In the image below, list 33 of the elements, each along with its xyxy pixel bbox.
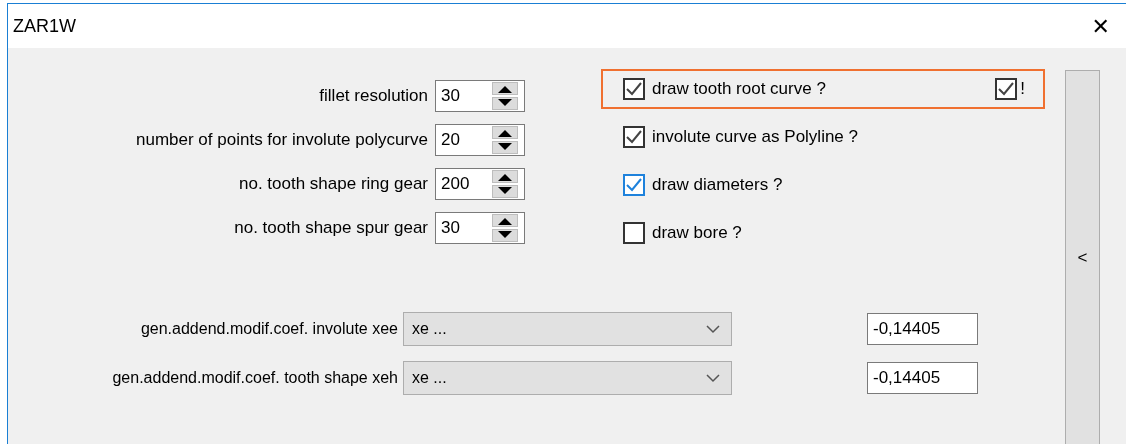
- number-spinner[interactable]: 20: [435, 124, 525, 156]
- checkbox-label[interactable]: draw bore ?: [652, 223, 742, 243]
- number-spinner[interactable]: 30: [435, 80, 525, 112]
- spin-arrows-icon[interactable]: [492, 82, 518, 110]
- field-label: gen.addend.modif.coef. involute xee: [139, 320, 398, 338]
- field-label: no. tooth shape spur gear: [233, 218, 428, 238]
- number-spinner[interactable]: 200: [435, 168, 525, 200]
- checkbox[interactable]: [623, 126, 645, 148]
- chevron-icon: [705, 324, 721, 334]
- checkbox[interactable]: [995, 78, 1018, 100]
- spin-arrows-icon[interactable]: [492, 126, 518, 154]
- checkbox[interactable]: [623, 174, 645, 196]
- spin-arrows-icon[interactable]: [492, 170, 518, 198]
- value-field[interactable]: -0,14405: [867, 313, 978, 345]
- checkbox-label[interactable]: draw tooth root curve ?: [652, 79, 826, 99]
- checkbox[interactable]: [623, 222, 645, 244]
- spin-arrows-icon[interactable]: [492, 214, 518, 242]
- number-spinner[interactable]: 30: [435, 212, 525, 244]
- checkbox-label[interactable]: involute curve as Polyline ?: [652, 127, 858, 147]
- close-button[interactable]: ✕: [1079, 13, 1122, 39]
- field-label: gen.addend.modif.coef. tooth shape xeh: [111, 369, 398, 387]
- field-label: no. tooth shape ring gear: [237, 174, 428, 194]
- checkbox-label[interactable]: !: [1020, 79, 1025, 99]
- collapse-button[interactable]: <: [1065, 70, 1100, 444]
- value-field[interactable]: -0,14405: [867, 362, 978, 394]
- checkbox[interactable]: [623, 78, 645, 100]
- field-label: fillet resolution: [318, 86, 428, 106]
- window-title: ZAR1W: [13, 15, 76, 37]
- chevron-icon: [705, 373, 721, 383]
- dropdown[interactable]: xe ...: [403, 361, 732, 395]
- dropdown[interactable]: xe ...: [403, 312, 732, 346]
- field-label: number of points for involute polycurve: [135, 130, 428, 150]
- checkbox-label[interactable]: draw diameters ?: [652, 175, 783, 195]
